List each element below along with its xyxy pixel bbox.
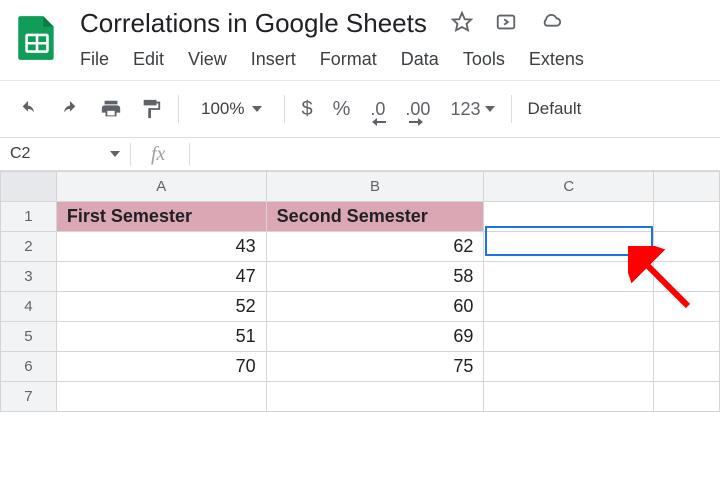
row-head-6[interactable]: 6 (1, 352, 57, 382)
spreadsheet-grid[interactable]: A B C 1 First Semester Second Semester 2… (0, 171, 720, 412)
doc-title[interactable]: Correlations in Google Sheets (80, 8, 427, 39)
row-head-1[interactable]: 1 (1, 202, 57, 232)
increase-decimal-label: .00 (405, 99, 430, 120)
menu-file[interactable]: File (80, 49, 109, 70)
cell-c6[interactable] (484, 352, 654, 382)
cell-b6[interactable]: 75 (266, 352, 484, 382)
cell-d3[interactable] (654, 262, 720, 292)
cell-b2[interactable]: 62 (266, 232, 484, 262)
cell-d4[interactable] (654, 292, 720, 322)
cell-c2[interactable] (484, 232, 654, 262)
increase-decimal-button[interactable]: .00 (405, 99, 430, 120)
cell-a2[interactable]: 43 (56, 232, 266, 262)
menu-data[interactable]: Data (401, 49, 439, 70)
zoom-value: 100% (201, 99, 244, 119)
cell-d7[interactable] (654, 382, 720, 412)
cloud-status-icon[interactable] (539, 11, 563, 36)
cell-d1[interactable] (654, 202, 720, 232)
row-head-2[interactable]: 2 (1, 232, 57, 262)
currency-button[interactable]: $ (301, 98, 312, 121)
cell-a1[interactable]: First Semester (56, 202, 266, 232)
row-head-7[interactable]: 7 (1, 382, 57, 412)
menu-format[interactable]: Format (320, 49, 377, 70)
star-icon[interactable] (451, 11, 473, 36)
col-head-d[interactable] (654, 172, 720, 202)
cell-c3[interactable] (484, 262, 654, 292)
cell-b1[interactable]: Second Semester (266, 202, 484, 232)
print-button[interactable] (100, 98, 122, 120)
cell-b5[interactable]: 69 (266, 322, 484, 352)
undo-button[interactable] (16, 99, 40, 119)
menu-insert[interactable]: Insert (251, 49, 296, 70)
cell-a7[interactable] (56, 382, 266, 412)
decrease-decimal-button[interactable]: .0 (370, 99, 385, 120)
caret-down-icon (110, 151, 120, 157)
row-head-3[interactable]: 3 (1, 262, 57, 292)
col-head-c[interactable]: C (484, 172, 654, 202)
cell-b3[interactable]: 58 (266, 262, 484, 292)
percent-button[interactable]: % (333, 98, 351, 121)
toolbar: 100% $ % .0 .00 123 Default (0, 80, 720, 137)
name-box-value: C2 (10, 145, 30, 163)
decrease-decimal-label: .0 (370, 99, 385, 120)
cell-b7[interactable] (266, 382, 484, 412)
cell-a5[interactable]: 51 (56, 322, 266, 352)
zoom-select[interactable]: 100% (201, 99, 262, 119)
cell-b4[interactable]: 60 (266, 292, 484, 322)
menu-extensions[interactable]: Extens (529, 49, 584, 70)
caret-down-icon (485, 106, 495, 112)
more-formats-label: 123 (450, 99, 480, 120)
name-box[interactable]: C2 (0, 145, 130, 163)
sheets-logo (12, 12, 62, 62)
row-head-5[interactable]: 5 (1, 322, 57, 352)
paint-format-button[interactable] (140, 98, 162, 120)
row-head-4[interactable]: 4 (1, 292, 57, 322)
move-icon[interactable] (495, 11, 517, 36)
select-all-corner[interactable] (1, 172, 57, 202)
cell-a4[interactable]: 52 (56, 292, 266, 322)
cell-c7[interactable] (484, 382, 654, 412)
cell-a3[interactable]: 47 (56, 262, 266, 292)
col-head-b[interactable]: B (266, 172, 484, 202)
more-formats-button[interactable]: 123 (450, 99, 494, 120)
cell-a6[interactable]: 70 (56, 352, 266, 382)
cell-d2[interactable] (654, 232, 720, 262)
cell-d5[interactable] (654, 322, 720, 352)
fx-label: fx (130, 143, 181, 166)
cell-c5[interactable] (484, 322, 654, 352)
col-head-a[interactable]: A (56, 172, 266, 202)
cell-c4[interactable] (484, 292, 654, 322)
menu-tools[interactable]: Tools (463, 49, 505, 70)
cell-d6[interactable] (654, 352, 720, 382)
menu-view[interactable]: View (188, 49, 227, 70)
cell-c1[interactable] (484, 202, 654, 232)
menu-edit[interactable]: Edit (133, 49, 164, 70)
menu-bar: File Edit View Insert Format Data Tools … (80, 49, 708, 70)
font-select[interactable]: Default (528, 99, 582, 119)
caret-down-icon (252, 106, 262, 112)
redo-button[interactable] (58, 99, 82, 119)
